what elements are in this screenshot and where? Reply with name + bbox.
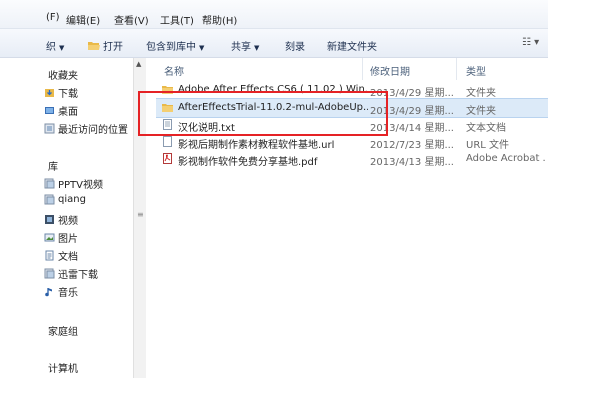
sidebar-item-xunlei[interactable]: 迅雷下载: [44, 266, 98, 281]
picture-library-icon: [44, 233, 55, 242]
new-folder-button[interactable]: 新建文件夹: [327, 38, 377, 53]
sidebar-item-label: qiang: [58, 194, 86, 205]
library-folder-icon: [44, 194, 55, 205]
file-type: URL 文件: [466, 140, 510, 151]
sidebar-item-recent[interactable]: 最近访问的位置: [44, 121, 128, 136]
column-header-type[interactable]: 类型: [466, 63, 486, 78]
organize-button[interactable]: 织 ▼: [46, 38, 64, 53]
sidebar-item-libraries[interactable]: 库: [48, 158, 58, 173]
file-name: 影视制作软件免费分享基地.pdf: [178, 157, 318, 168]
url-file-icon: [163, 136, 172, 147]
sidebar-item-label: 计算机: [48, 364, 78, 375]
scrollbar-grip-icon[interactable]: ≡: [137, 210, 144, 219]
navigation-pane: 收藏夹 下载 桌面 最近访问的位置 库 PPTV视频 qiang 视频 图片 文…: [0, 58, 133, 378]
sidebar-item-label: 最近访问的位置: [58, 125, 128, 136]
menu-file[interactable]: (F): [46, 12, 60, 23]
sidebar-item-favorites[interactable]: 收藏夹: [48, 67, 78, 82]
sidebar-item-label: 音乐: [58, 288, 78, 299]
open-button[interactable]: 打开: [88, 38, 123, 53]
document-library-icon: [45, 250, 54, 261]
column-header-name[interactable]: 名称: [164, 63, 184, 78]
file-type: Adobe Acrobat ...: [466, 153, 546, 164]
toolbar: 织 ▼ 打开 包含到库中 ▼ 共享 ▼ 刻录 新建文件夹 ☷ ▾: [0, 29, 548, 58]
video-library-icon: [45, 215, 54, 224]
sidebar-item-pptv[interactable]: PPTV视频: [44, 176, 103, 191]
file-type: 文件夹: [466, 106, 496, 117]
scroll-up-arrow-icon[interactable]: ▲: [136, 60, 141, 68]
share-button[interactable]: 共享 ▼: [231, 38, 259, 53]
menu-edit[interactable]: 编辑(E): [66, 12, 100, 27]
file-date: 2012/7/23 星期...: [370, 140, 454, 151]
sidebar-item-label: 迅雷下载: [58, 270, 98, 281]
music-note-icon: [45, 288, 52, 297]
sidebar-item-label: 下载: [58, 89, 78, 100]
file-row[interactable]: 影视制作软件免费分享基地.pdf 2013/4/13 星期... Adobe A…: [156, 150, 548, 168]
sidebar-item-label: PPTV视频: [58, 180, 104, 191]
sidebar-item-videos[interactable]: 视频: [44, 212, 78, 227]
menu-view[interactable]: 查看(V): [114, 12, 149, 27]
sidebar-item-label: 文档: [58, 252, 78, 263]
file-type: 文本文档: [466, 123, 506, 134]
menu-tools[interactable]: 工具(T): [160, 12, 194, 27]
sidebar-item-downloads[interactable]: 下载: [44, 85, 78, 100]
menu-bar: (F) 编辑(E) 查看(V) 工具(T) 帮助(H): [0, 0, 548, 29]
sidebar-item-label: 图片: [58, 234, 78, 245]
file-type: 文件夹: [466, 88, 496, 99]
pdf-file-icon: [163, 153, 172, 164]
column-divider[interactable]: [456, 58, 457, 80]
sidebar-item-qiang[interactable]: qiang: [44, 194, 86, 205]
sidebar-item-music[interactable]: 音乐: [44, 284, 78, 299]
sidebar-item-desktop[interactable]: 桌面: [44, 103, 78, 118]
sidebar-item-computer[interactable]: 计算机: [48, 360, 78, 375]
library-folder-icon: [44, 178, 55, 189]
sidebar-item-label: 家庭组: [48, 327, 78, 338]
desktop-icon: [45, 107, 54, 114]
sidebar-item-label: 库: [48, 162, 58, 173]
file-date: 2013/4/13 星期...: [370, 157, 454, 168]
file-name: 影视后期制作素材教程软件基地.url: [178, 140, 335, 151]
burn-button[interactable]: 刻录: [285, 38, 305, 53]
include-in-library-button[interactable]: 包含到库中 ▼: [146, 38, 204, 53]
menu-help[interactable]: 帮助(H): [202, 12, 237, 27]
column-divider[interactable]: [362, 58, 363, 80]
red-highlight-box: [138, 91, 388, 136]
view-options-icon[interactable]: ☷ ▾: [522, 37, 539, 48]
download-folder-icon: [45, 89, 54, 97]
bottom-blank-area: [0, 378, 600, 400]
sidebar-item-label: 收藏夹: [48, 71, 78, 82]
sidebar-item-label: 桌面: [58, 107, 78, 118]
column-header-modified[interactable]: 修改日期: [370, 63, 410, 78]
library-folder-icon: [44, 268, 55, 279]
sidebar-item-homegroup[interactable]: 家庭组: [48, 323, 78, 338]
sidebar-item-documents[interactable]: 文档: [44, 248, 78, 263]
sidebar-item-pictures[interactable]: 图片: [44, 230, 78, 245]
recent-places-icon: [44, 123, 55, 134]
open-folder-icon: [88, 42, 100, 50]
sidebar-item-label: 视频: [58, 216, 78, 227]
